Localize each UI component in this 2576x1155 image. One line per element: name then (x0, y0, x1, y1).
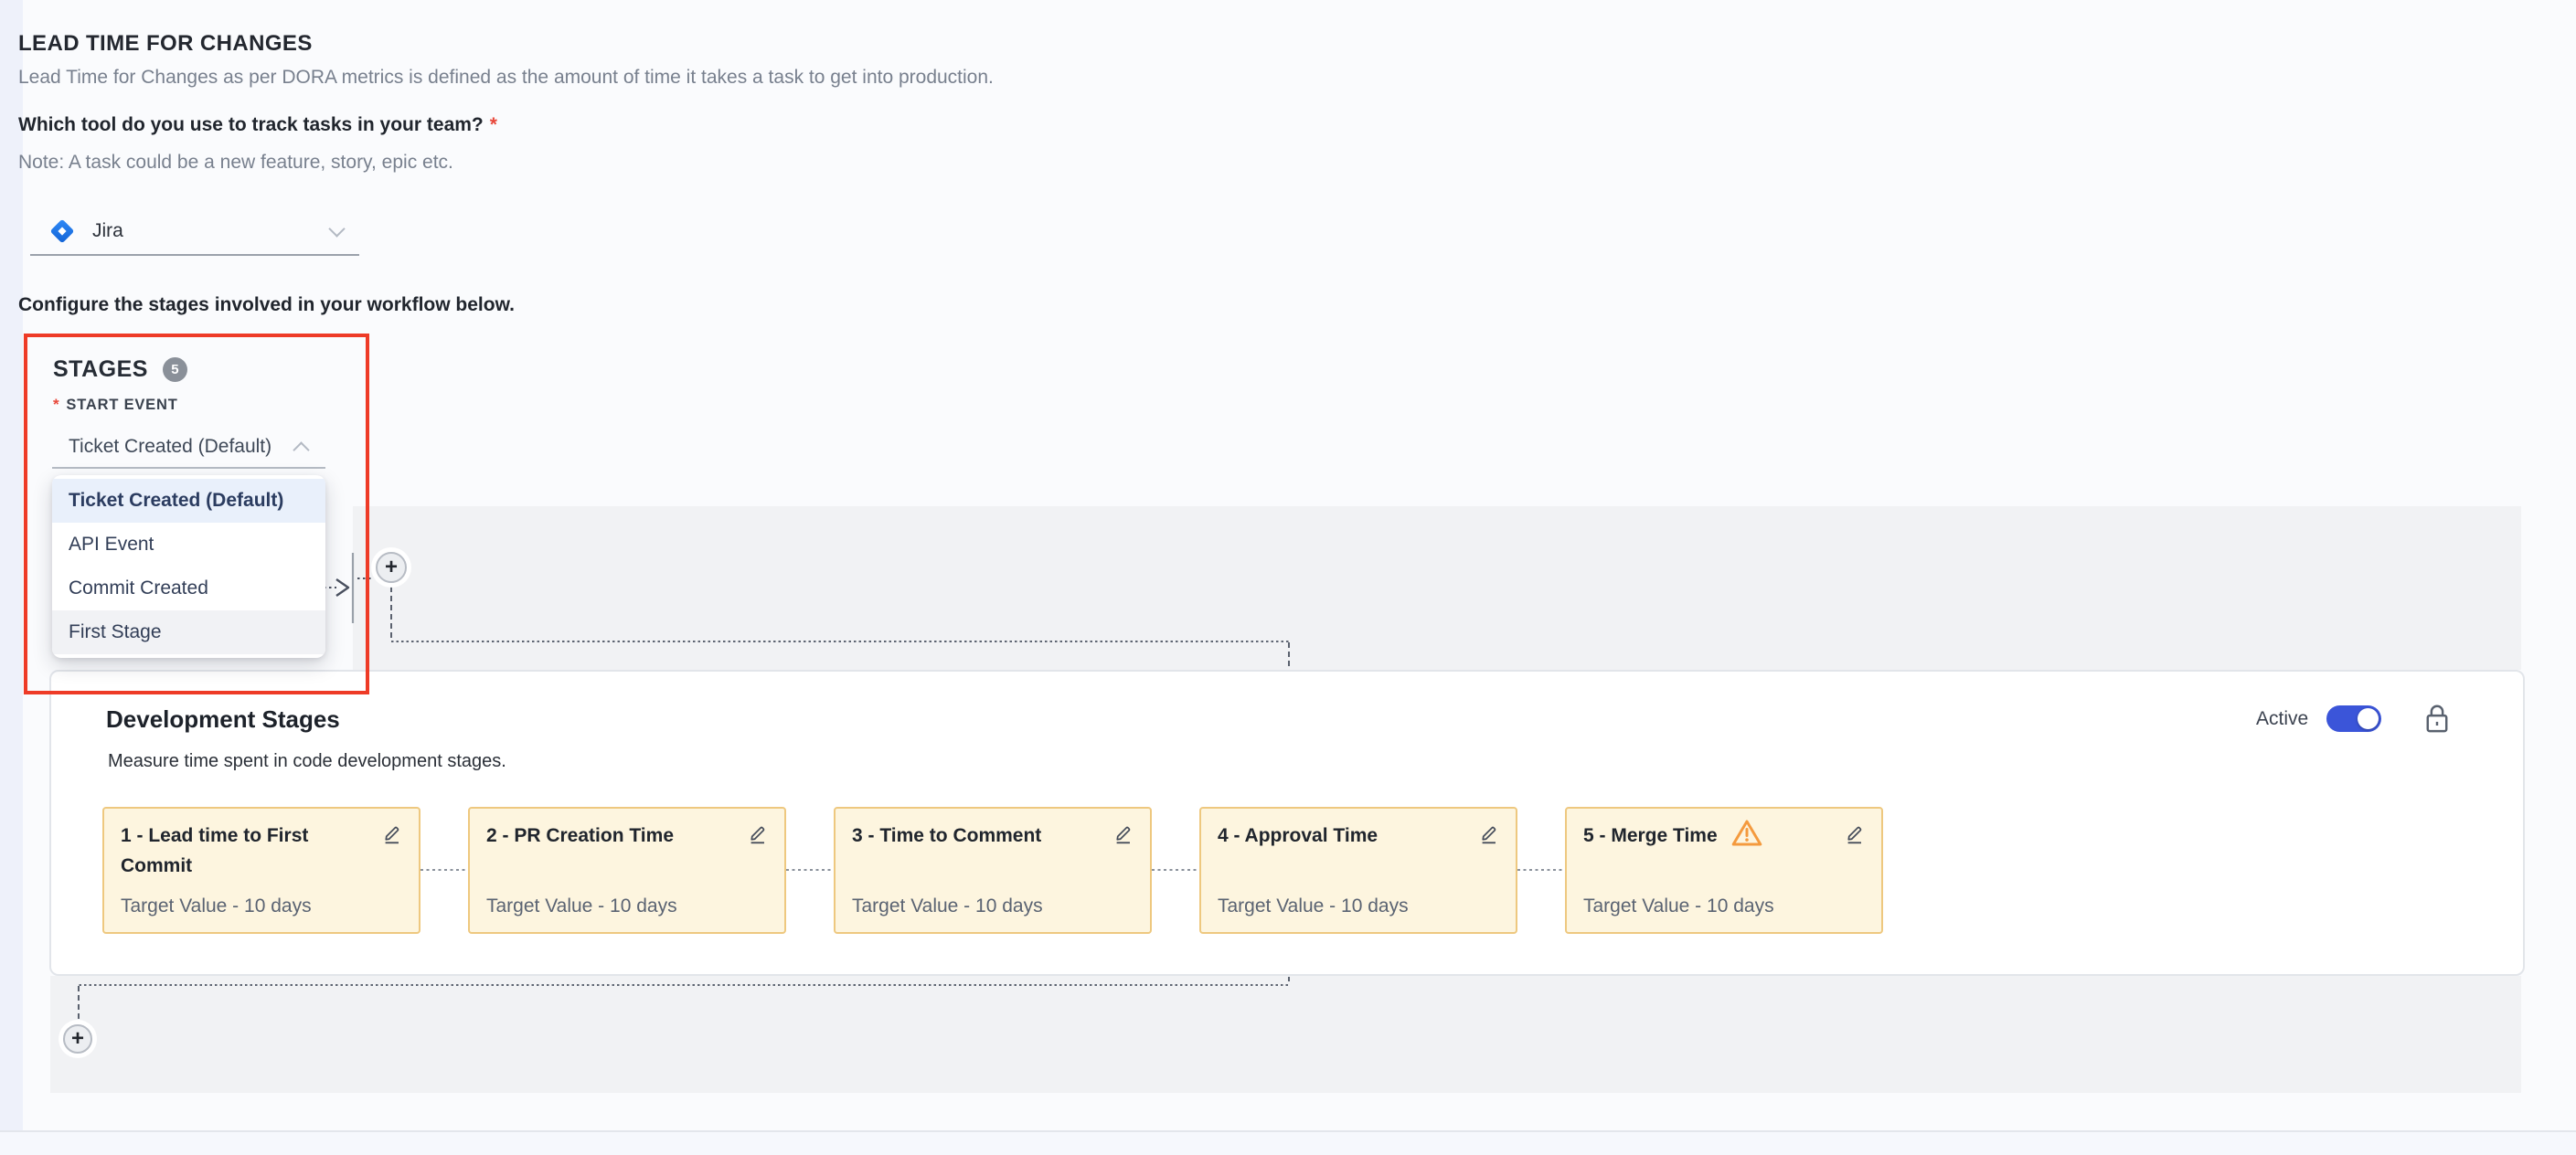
workflow-canvas-bottom-band (50, 976, 2521, 1093)
lock-icon[interactable] (2423, 704, 2451, 734)
start-event-select-value: Ticket Created (Default) (69, 436, 271, 458)
start-event-label: START EVENT (66, 397, 177, 413)
start-event-dropdown: Ticket Created (Default) API Event Commi… (52, 475, 325, 658)
stage-card-1[interactable]: 1 - Lead time to First Commit Target Val… (102, 807, 420, 934)
stage-card-3[interactable]: 3 - Time to Comment Target Value - 10 da… (834, 807, 1152, 934)
dropdown-option-ticket-created[interactable]: Ticket Created (Default) (52, 479, 325, 523)
dropdown-option-api-event[interactable]: API Event (52, 523, 325, 567)
workflow-canvas-top-band (353, 506, 2521, 670)
footer-divider (0, 1130, 2576, 1155)
tool-question-text: Which tool do you use to track tasks in … (18, 114, 484, 135)
stage-card-target: Target Value - 10 days (486, 895, 768, 917)
edit-icon[interactable] (1844, 823, 1865, 849)
stage-card-title: 5 - Merge Time (1583, 821, 1718, 852)
panel-controls: Active (2256, 704, 2451, 734)
chevron-down-icon (328, 220, 345, 237)
configure-instruction: Configure the stages involved in your wo… (18, 294, 515, 316)
edit-icon[interactable] (1478, 823, 1499, 849)
panel-subtitle: Measure time spent in code development s… (108, 751, 506, 772)
jira-icon (48, 217, 76, 245)
stage-card-title: 3 - Time to Comment (852, 821, 1041, 852)
page-description: Lead Time for Changes as per DORA metric… (18, 67, 994, 89)
active-toggle[interactable] (2326, 705, 2381, 732)
stage-card-head: 3 - Time to Comment (852, 821, 1134, 852)
edit-icon[interactable] (1112, 823, 1134, 849)
task-tool-select-value: Jira (92, 220, 123, 242)
start-event-label-row: * START EVENT (53, 396, 178, 414)
stage-card-title: 2 - PR Creation Time (486, 821, 674, 852)
stage-card-title: 4 - Approval Time (1218, 821, 1378, 852)
plus-icon: + (71, 1028, 84, 1050)
toggle-knob (2358, 708, 2379, 729)
add-stage-button-bottom[interactable]: + (63, 1024, 92, 1054)
tool-note: Note: A task could be a new feature, sto… (18, 152, 453, 174)
stage-card-2[interactable]: 2 - PR Creation Time Target Value - 10 d… (468, 807, 786, 934)
stage-card-head: 4 - Approval Time (1218, 821, 1499, 852)
start-event-select[interactable]: Ticket Created (Default) (52, 426, 325, 469)
stage-card-head: 1 - Lead time to First Commit (121, 821, 402, 881)
stage-card-5[interactable]: 5 - Merge Time Target Value - 10 days (1565, 807, 1883, 934)
stages-heading: STAGES (53, 356, 148, 383)
active-label: Active (2256, 708, 2308, 730)
lead-time-config-page: LEAD TIME FOR CHANGES Lead Time for Chan… (0, 0, 2576, 1155)
edit-icon[interactable] (381, 823, 402, 849)
stage-card-target: Target Value - 10 days (121, 895, 402, 917)
warning-icon (1730, 819, 1763, 852)
stages-heading-row: STAGES 5 (53, 356, 187, 383)
stage-card-head: 5 - Merge Time (1583, 821, 1865, 852)
required-asterisk: * (53, 396, 59, 413)
tool-question: Which tool do you use to track tasks in … (18, 114, 497, 136)
stage-card-head: 2 - PR Creation Time (486, 821, 768, 852)
plus-icon: + (385, 556, 398, 578)
chevron-up-icon (293, 441, 309, 458)
panel-title: Development Stages (106, 705, 340, 734)
page-title: LEAD TIME FOR CHANGES (18, 31, 313, 57)
stage-card-target: Target Value - 10 days (1583, 895, 1865, 917)
stage-card-target: Target Value - 10 days (1218, 895, 1499, 917)
task-tool-select[interactable]: Jira (30, 208, 359, 256)
add-stage-button-top[interactable]: + (376, 552, 407, 583)
stage-card-4[interactable]: 4 - Approval Time Target Value - 10 days (1199, 807, 1517, 934)
dropdown-option-commit-created[interactable]: Commit Created (52, 567, 325, 610)
stage-card-title: 1 - Lead time to First Commit (121, 821, 372, 881)
stage-count-badge: 5 (163, 357, 187, 382)
stage-card-target: Target Value - 10 days (852, 895, 1134, 917)
dropdown-option-first-stage[interactable]: First Stage (52, 610, 325, 654)
edit-icon[interactable] (747, 823, 768, 849)
required-asterisk: * (490, 114, 497, 135)
